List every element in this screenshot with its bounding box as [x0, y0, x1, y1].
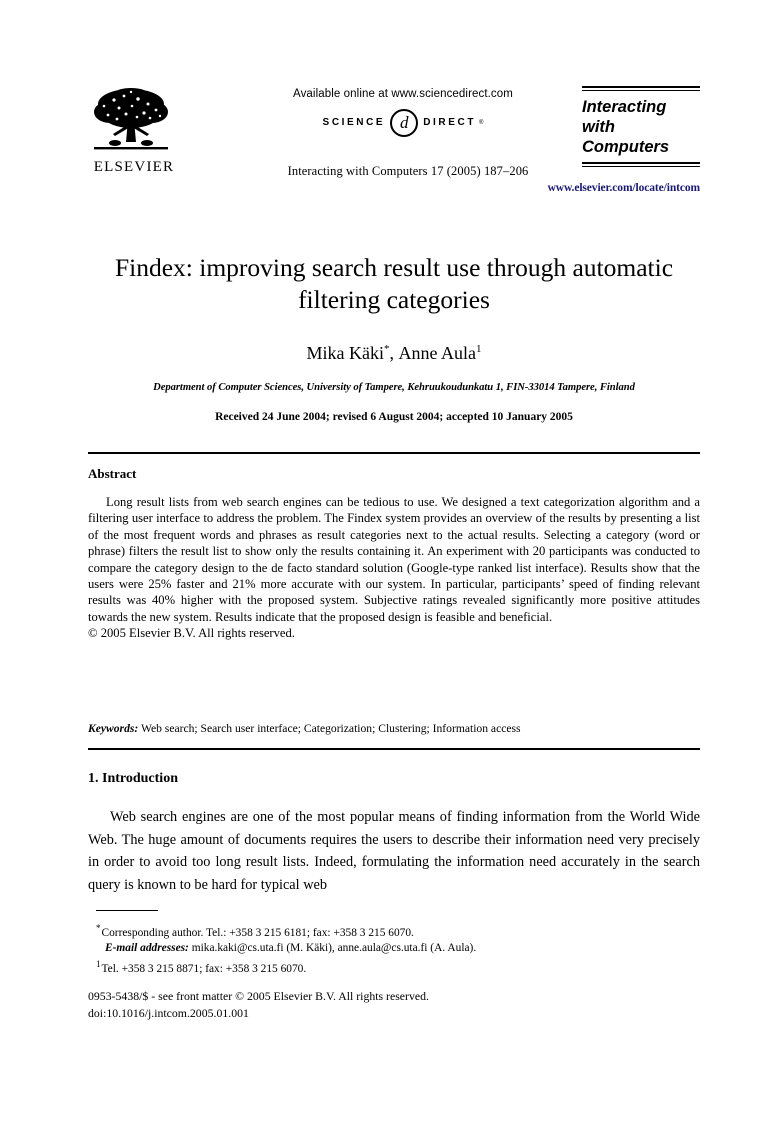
abstract-body: Long result lists from web search engine…: [88, 495, 700, 624]
sciencedirect-block: Available online at www.sciencedirect.co…: [238, 88, 568, 137]
sciencedirect-direct-word: DIRECT: [423, 117, 477, 128]
journal-citation: Interacting with Computers 17 (2005) 187…: [287, 164, 529, 178]
abstract-copyright: © 2005 Elsevier B.V. All rights reserved…: [88, 626, 295, 641]
nameplate-rule-top: [582, 86, 700, 91]
issn-line: 0953-5438/$ - see front matter © 2005 El…: [88, 989, 429, 1003]
keywords-line: Keywords: Web search; Search user interf…: [88, 721, 700, 736]
author-name-1: Mika Käki: [306, 343, 384, 363]
keywords-label: Keywords:: [88, 722, 139, 735]
sciencedirect-logo: SCIENCE DIRECT ®: [238, 109, 568, 137]
title-block: Findex: improving search result use thro…: [88, 252, 700, 424]
journal-nameplate: Interacting with Computers: [582, 86, 700, 167]
imprint-block: 0953-5438/$ - see front matter © 2005 El…: [88, 988, 688, 1022]
affiliation: Department of Computer Sciences, Univers…: [153, 382, 635, 393]
nameplate-line-1: Interacting: [582, 98, 667, 116]
abstract-section: Abstract Long result lists from web sear…: [88, 466, 700, 642]
page-title: Findex: improving search result use thro…: [114, 253, 674, 314]
footnotes-block: *Corresponding author. Tel.: +358 3 215 …: [96, 921, 696, 977]
footnote-email-values[interactable]: mika.kaki@cs.uta.fi (M. Käki), anne.aula…: [192, 942, 476, 954]
footnote-marker-one: 1: [96, 958, 101, 969]
elsevier-wordmark: ELSEVIER: [93, 159, 175, 175]
sciencedirect-science-word: SCIENCE: [322, 117, 386, 128]
abstract-top-rule: [88, 452, 700, 454]
abstract-heading: Abstract: [88, 466, 137, 481]
nameplate-line-3: Computers: [582, 138, 670, 156]
available-online-text: Available online at www.sciencedirect.co…: [293, 88, 513, 100]
footnote-email-addresses: E-mail addresses: mika.kaki@cs.uta.fi (M…: [96, 941, 696, 957]
elsevier-tree-icon: [94, 88, 168, 150]
footnote-corresponding-text: Corresponding author. Tel.: +358 3 215 6…: [101, 926, 414, 939]
received-dates: Received 24 June 2004; revised 6 August …: [215, 411, 573, 423]
footnote-second-text: Tel. +358 3 215 8871; fax: +358 3 215 60…: [101, 962, 307, 975]
doi-line[interactable]: doi:10.1016/j.intcom.2005.01.001: [88, 1005, 688, 1022]
nameplate-line-2: with: [582, 118, 615, 136]
section-heading-introduction: 1. Introduction: [88, 771, 178, 786]
footnote-marker-asterisk: *: [96, 923, 101, 933]
author-2-footnote-marker[interactable]: 1: [476, 343, 482, 355]
introduction-paragraph: Web search engines are one of the most p…: [88, 809, 700, 893]
abstract-bottom-rule: [88, 748, 700, 750]
author-list: Mika Käki*, Anne Aula1: [88, 338, 700, 364]
author-name-2: Anne Aula: [398, 343, 476, 363]
footnote-corresponding-author: *Corresponding author. Tel.: +358 3 215 …: [96, 921, 696, 941]
sciencedirect-d-icon: [390, 109, 419, 137]
elsevier-logo: ELSEVIER: [88, 86, 180, 175]
registered-trademark-icon: ®: [479, 120, 484, 126]
masthead: ELSEVIER Available online at www.science…: [88, 86, 700, 204]
footnote-separator-rule: [96, 910, 158, 911]
paper-page: ELSEVIER Available online at www.science…: [0, 0, 780, 1133]
journal-homepage-link[interactable]: www.elsevier.com/locate/intcom: [548, 182, 701, 194]
author-separator: ,: [389, 343, 399, 363]
footnote-email-label: E-mail addresses:: [105, 942, 189, 955]
footnote-second-author: 1Tel. +358 3 215 8871; fax: +358 3 215 6…: [96, 957, 696, 977]
keywords-values: Web search; Search user interface; Categ…: [140, 722, 521, 735]
nameplate-rule-bottom: [582, 162, 700, 167]
